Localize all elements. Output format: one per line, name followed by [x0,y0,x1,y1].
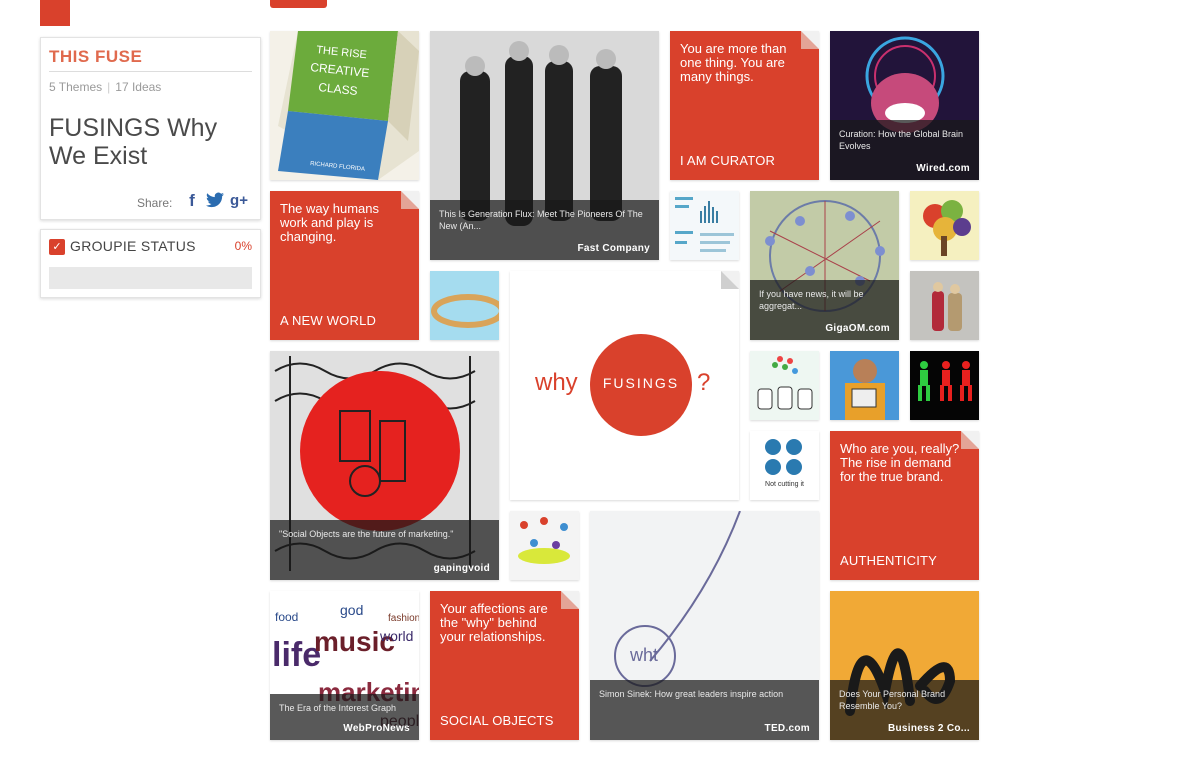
tree-image [910,191,979,260]
themes-count[interactable]: 5 Themes [49,80,102,94]
tile-source: Fast Company [577,243,650,254]
groupie-percent: 0% [234,239,252,253]
social-icons-image [765,439,802,475]
tile-source: Wired.com [916,163,970,174]
figures-image [518,517,570,564]
why-word: why [535,369,578,396]
twitter-icon[interactable] [206,192,224,210]
book-cover-image: THE RISE CREATIVE CLASS RICHARD FLORIDA [278,31,419,180]
tile-caption: The Era of the Interest Graph WebProNews [270,694,419,740]
tile-source: GigaOM.com [825,323,890,334]
site-logo[interactable] [40,0,70,26]
article-tile-wired[interactable]: Curation: How the Global Brain Evolves W… [830,31,979,180]
tile-caption-title: This Is Generation Flux: Meet The Pionee… [439,209,643,231]
theme-tile-new-world[interactable]: The way humans work and play is changing… [270,191,419,340]
groupie-progress-bar [49,267,252,289]
fusings-brand: FUSINGS [602,375,680,391]
tile-source: gapingvoid [433,563,490,574]
article-tile-gapingvoid[interactable]: "Social Objects are the future of market… [270,351,499,580]
article-tile-fastcompany[interactable]: This Is Generation Flux: Meet The Pionee… [430,31,659,260]
tile-caption: Does Your Personal Brand Resemble You? B… [830,680,979,740]
dashboard-image [675,197,734,252]
groupie-status-panel: ✓ GROUPIE STATUS 0% [40,229,261,298]
rubber-band-image [430,271,499,340]
theme-quote: Who are you, really? The rise in demand … [840,441,960,484]
article-tile-b2c[interactable]: Does Your Personal Brand Resemble You? B… [830,591,979,740]
svg-text:wht: wht [629,645,658,665]
walk-signs-image [910,351,979,420]
walk-sign-thumb-tile[interactable] [910,351,979,420]
cartoon-image [750,351,819,420]
book-tile[interactable]: THE RISE CREATIVE CLASS RICHARD FLORIDA [270,31,419,180]
tile-caption-title: Does Your Personal Brand Resemble You? [839,689,946,711]
facebook-icon[interactable]: f [183,192,201,210]
divider: | [107,80,111,94]
top-nav-button[interactable] [270,0,327,8]
tile-caption: "Social Objects are the future of market… [270,520,499,580]
theme-quote: Your affections are the "why" behind you… [440,601,548,644]
article-tile-ted[interactable]: wht Simon Sinek: How great leaders inspi… [590,511,819,740]
tile-caption-title: Curation: How the Global Brain Evolves [839,129,964,151]
page-fold [721,271,739,289]
checkmark-icon: ✓ [49,239,65,255]
rubber-band-thumb-tile[interactable] [430,271,499,340]
theme-label: AUTHENTICITY [840,553,938,568]
cartoon-thumb-tile[interactable] [750,351,819,420]
article-tile-gigaom[interactable]: If you have news, it will be aggregat...… [750,191,899,340]
tile-caption-title: Simon Sinek: How great leaders inspire a… [599,689,784,699]
social-icons-thumb-tile[interactable]: Not cutting it [750,431,819,500]
tile-caption: Not cutting it [765,481,804,488]
fuse-meta: 5 Themes | 17 Ideas [49,80,161,94]
photographer-thumb-tile[interactable] [830,351,899,420]
tile-caption: This Is Generation Flux: Meet The Pionee… [430,200,659,260]
svg-text:food: food [275,610,298,624]
theme-label: I AM CURATOR [680,153,776,168]
why-fusings-tile[interactable]: why FUSINGS ? [510,271,739,500]
svg-text:fashion: fashion [388,613,419,624]
svg-text:world: world [379,628,413,644]
tile-caption-title: The Era of the Interest Graph [279,703,397,713]
tile-source: WebProNews [343,723,410,734]
tile-caption: If you have news, it will be aggregat...… [750,280,899,340]
people-thumb-tile[interactable] [910,271,979,340]
chart-thumb-tile[interactable] [670,191,739,260]
groupie-status-label: GROUPIE STATUS [70,238,196,254]
tile-source: TED.com [764,723,810,734]
tile-source: Business 2 Co... [887,723,970,734]
article-tile-webpronews[interactable]: life music marketing food god world fash… [270,591,419,740]
share-label: Share: [137,196,173,210]
theme-quote: You are more than one thing. You are man… [680,41,787,84]
theme-tile-curator[interactable]: You are more than one thing. You are man… [670,31,819,180]
google-plus-icon[interactable]: g+ [230,192,248,210]
fuse-info-panel: THIS FUSE 5 Themes | 17 Ideas FUSINGS Why … [40,37,261,220]
svg-text:god: god [340,602,363,618]
theme-label: A NEW WORLD [280,313,377,328]
theme-tile-social-objects[interactable]: Your affections are the "why" behind you… [430,591,579,740]
elderly-people-image [910,271,979,340]
theme-tile-authenticity[interactable]: Who are you, really? The rise in demand … [830,431,979,580]
tile-caption-title: If you have news, it will be aggregat... [759,289,864,311]
theme-label: SOCIAL OBJECTS [440,713,554,728]
fuse-title: FUSINGS Why We Exist [49,114,218,170]
theme-quote: The way humans work and play is changing… [280,201,379,244]
divider [49,71,252,72]
tile-caption: Curation: How the Global Brain Evolves W… [830,120,979,180]
photographer-image [830,351,899,420]
ideas-count[interactable]: 17 Ideas [115,80,161,94]
fuse-section-label: THIS FUSE [49,47,143,66]
figures-thumb-tile[interactable] [510,511,579,580]
tile-caption: Simon Sinek: How great leaders inspire a… [590,680,819,740]
tile-caption-title: "Social Objects are the future of market… [279,529,454,539]
tree-thumb-tile[interactable] [910,191,979,260]
question-mark: ? [697,369,711,396]
